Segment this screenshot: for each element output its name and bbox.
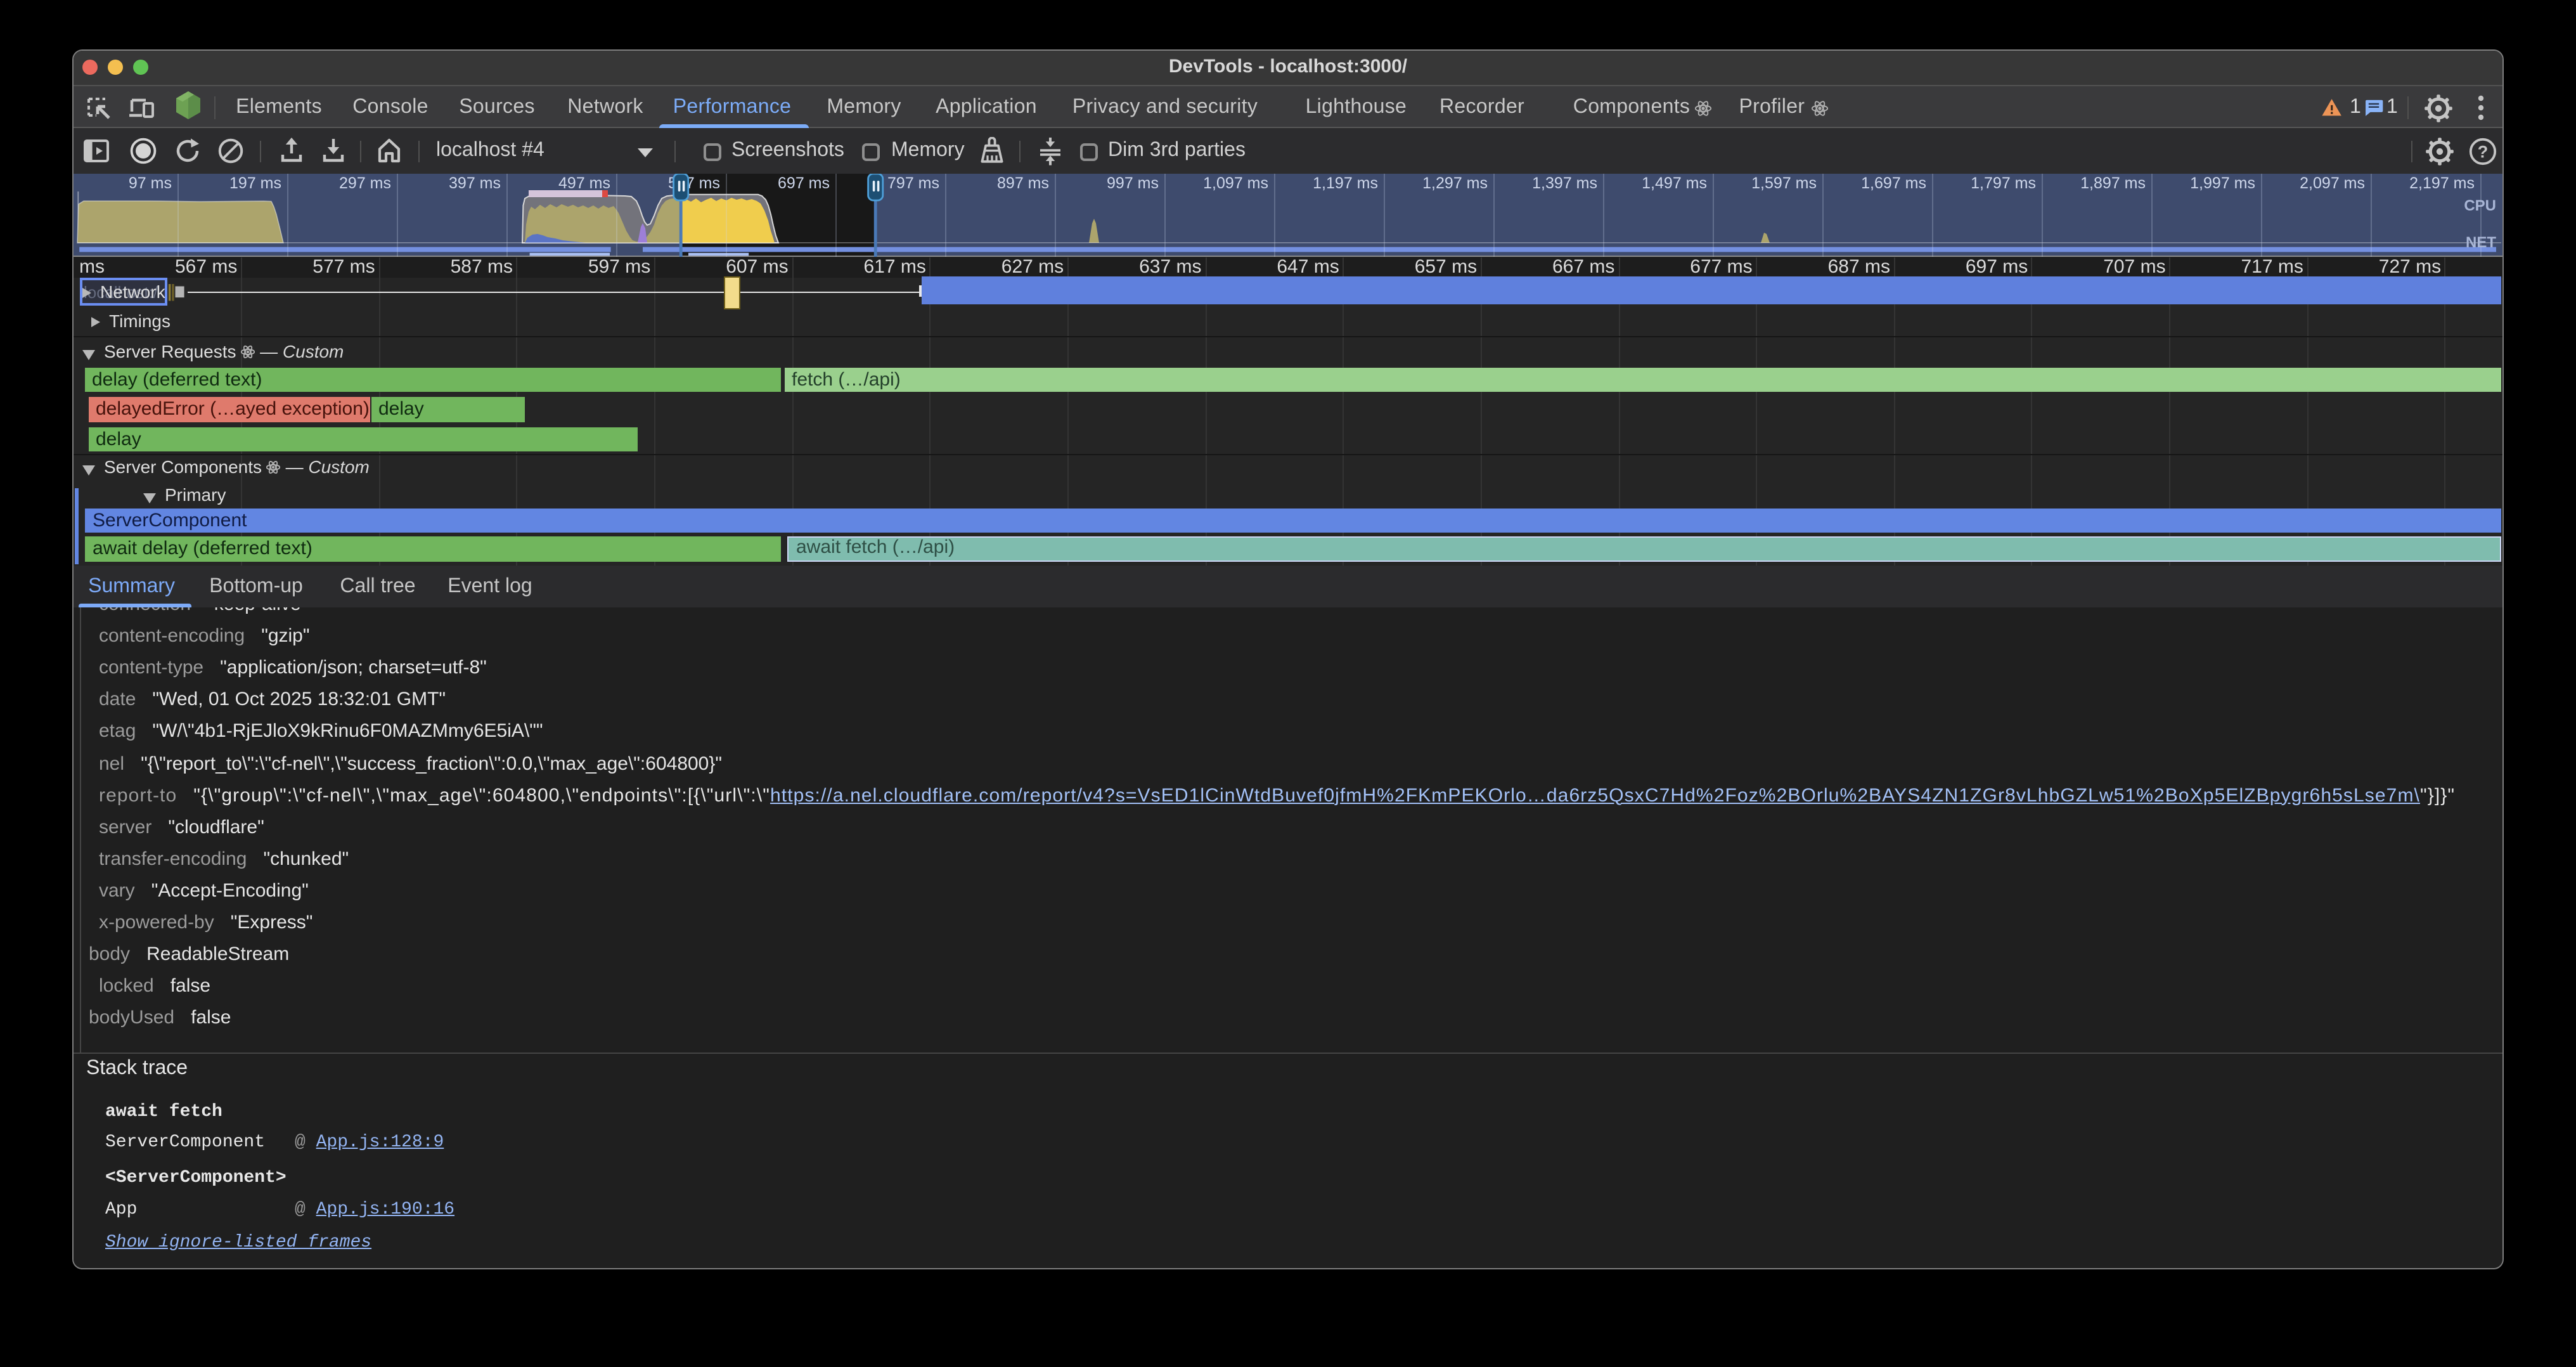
svg-text:2,197 ms: 2,197 ms	[2409, 174, 2475, 192]
svg-text:1,297 ms: 1,297 ms	[1422, 174, 1488, 192]
svg-text:1,797 ms: 1,797 ms	[1971, 174, 2036, 192]
svg-text:497 ms: 497 ms	[558, 174, 610, 192]
svg-text:997 ms: 997 ms	[1107, 174, 1159, 192]
svg-text:297 ms: 297 ms	[339, 174, 391, 192]
svg-text:1,597 ms: 1,597 ms	[1751, 174, 1817, 192]
svg-text:NET: NET	[2466, 234, 2496, 251]
svg-text:CPU: CPU	[2464, 197, 2496, 214]
svg-text:197 ms: 197 ms	[229, 174, 281, 192]
svg-text:697 ms: 697 ms	[778, 174, 830, 192]
svg-text:397 ms: 397 ms	[449, 174, 501, 192]
svg-text:1,697 ms: 1,697 ms	[1861, 174, 1926, 192]
svg-text:1,997 ms: 1,997 ms	[2190, 174, 2255, 192]
svg-text:797 ms: 797 ms	[887, 174, 939, 192]
svg-text:1,097 ms: 1,097 ms	[1203, 174, 1268, 192]
svg-text:2,097 ms: 2,097 ms	[2300, 174, 2365, 192]
svg-text:?: ?	[2478, 141, 2489, 160]
svg-text:97 ms: 97 ms	[129, 174, 172, 192]
svg-text:897 ms: 897 ms	[997, 174, 1049, 192]
svg-text:1,497 ms: 1,497 ms	[1642, 174, 1707, 192]
svg-text:1,197 ms: 1,197 ms	[1313, 174, 1378, 192]
svg-text:1,897 ms: 1,897 ms	[2080, 174, 2146, 192]
svg-text:1,397 ms: 1,397 ms	[1532, 174, 1597, 192]
